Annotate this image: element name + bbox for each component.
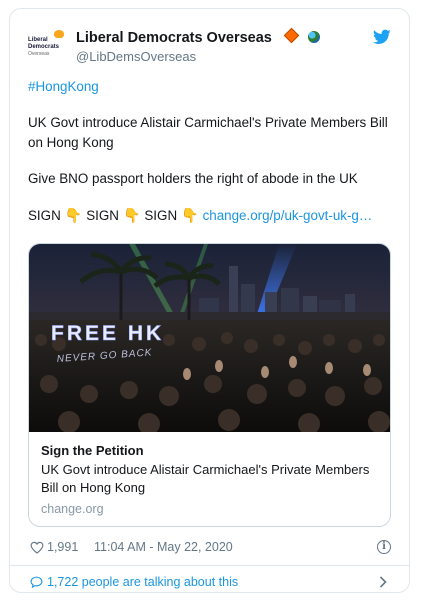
name-row: Liberal Democrats Overseas [76, 27, 320, 47]
link-preview-text: Sign the Petition UK Govt introduce Alis… [41, 442, 380, 518]
account-handle[interactable]: @LibDemsOverseas [76, 49, 196, 64]
link-preview-domain: change.org [41, 502, 104, 516]
talking-count-text[interactable]: 1,722 people are talking about this [47, 575, 238, 589]
sign-word-1: SIGN [28, 208, 61, 223]
avatar-text-line2: Democrats [28, 44, 60, 50]
tweet-paragraph-2: Give BNO passport holders the right of a… [28, 171, 358, 186]
free-hk-sign-text: FREE HK [51, 322, 164, 345]
chevron-right-icon[interactable] [379, 576, 387, 588]
point-down-emoji-icon: 👇 [181, 207, 199, 223]
sign-word-3: SIGN [144, 208, 178, 223]
link-preview-card[interactable]: FREE HK NEVER GO BACK Sign the Petition … [28, 243, 391, 527]
petition-link[interactable]: change.org/p/uk-govt-uk-g… [203, 208, 373, 223]
point-down-emoji-icon: 👇 [64, 207, 83, 223]
footer-divider [10, 565, 409, 566]
avatar-text-line3: Overseas [28, 51, 50, 57]
avatar-text-line1: Liberal [28, 37, 48, 43]
tweet-header: Liberal Democrats Overseas Liberal Democ… [28, 25, 391, 69]
hashtag-link[interactable]: #HongKong [28, 77, 395, 97]
account-avatar[interactable]: Liberal Democrats Overseas [28, 29, 66, 67]
sign-word-2: SIGN [86, 208, 119, 223]
point-down-emoji-icon: 👇 [122, 207, 141, 223]
info-icon[interactable]: i [377, 540, 391, 554]
heart-icon[interactable] [30, 541, 44, 554]
globe-icon [307, 31, 320, 43]
tweet-card: Liberal Democrats Overseas Liberal Democ… [9, 8, 410, 593]
talking-footer[interactable]: 1,722 people are talking about this [30, 569, 391, 592]
display-name[interactable]: Liberal Democrats Overseas [76, 30, 272, 46]
link-preview-description: UK Govt introduce Alistair Carmichael's … [41, 462, 370, 495]
tweet-meta: 1,991 11:04 AM - May 22, 2020 i [30, 539, 391, 559]
twitter-bird-icon[interactable] [373, 29, 391, 45]
speech-bubble-icon [30, 576, 43, 588]
tweet-paragraph-1: UK Govt introduce Alistair Carmichael's … [28, 115, 388, 150]
link-preview-title: Sign the Petition [41, 443, 144, 458]
tweet-timestamp[interactable]: 11:04 AM - May 22, 2020 [94, 540, 233, 554]
orange-diamond-icon [284, 27, 300, 44]
libdem-bird-logo-icon [54, 30, 64, 38]
like-count[interactable]: 1,991 [47, 540, 78, 554]
protest-photo: FREE HK NEVER GO BACK [29, 244, 390, 432]
sign-row: SIGN 👇 SIGN 👇 SIGN 👇 change.org/p/uk-govt-uk-g… [28, 205, 395, 226]
tweet-body: #HongKong UK Govt introduce Alistair Car… [28, 77, 395, 226]
